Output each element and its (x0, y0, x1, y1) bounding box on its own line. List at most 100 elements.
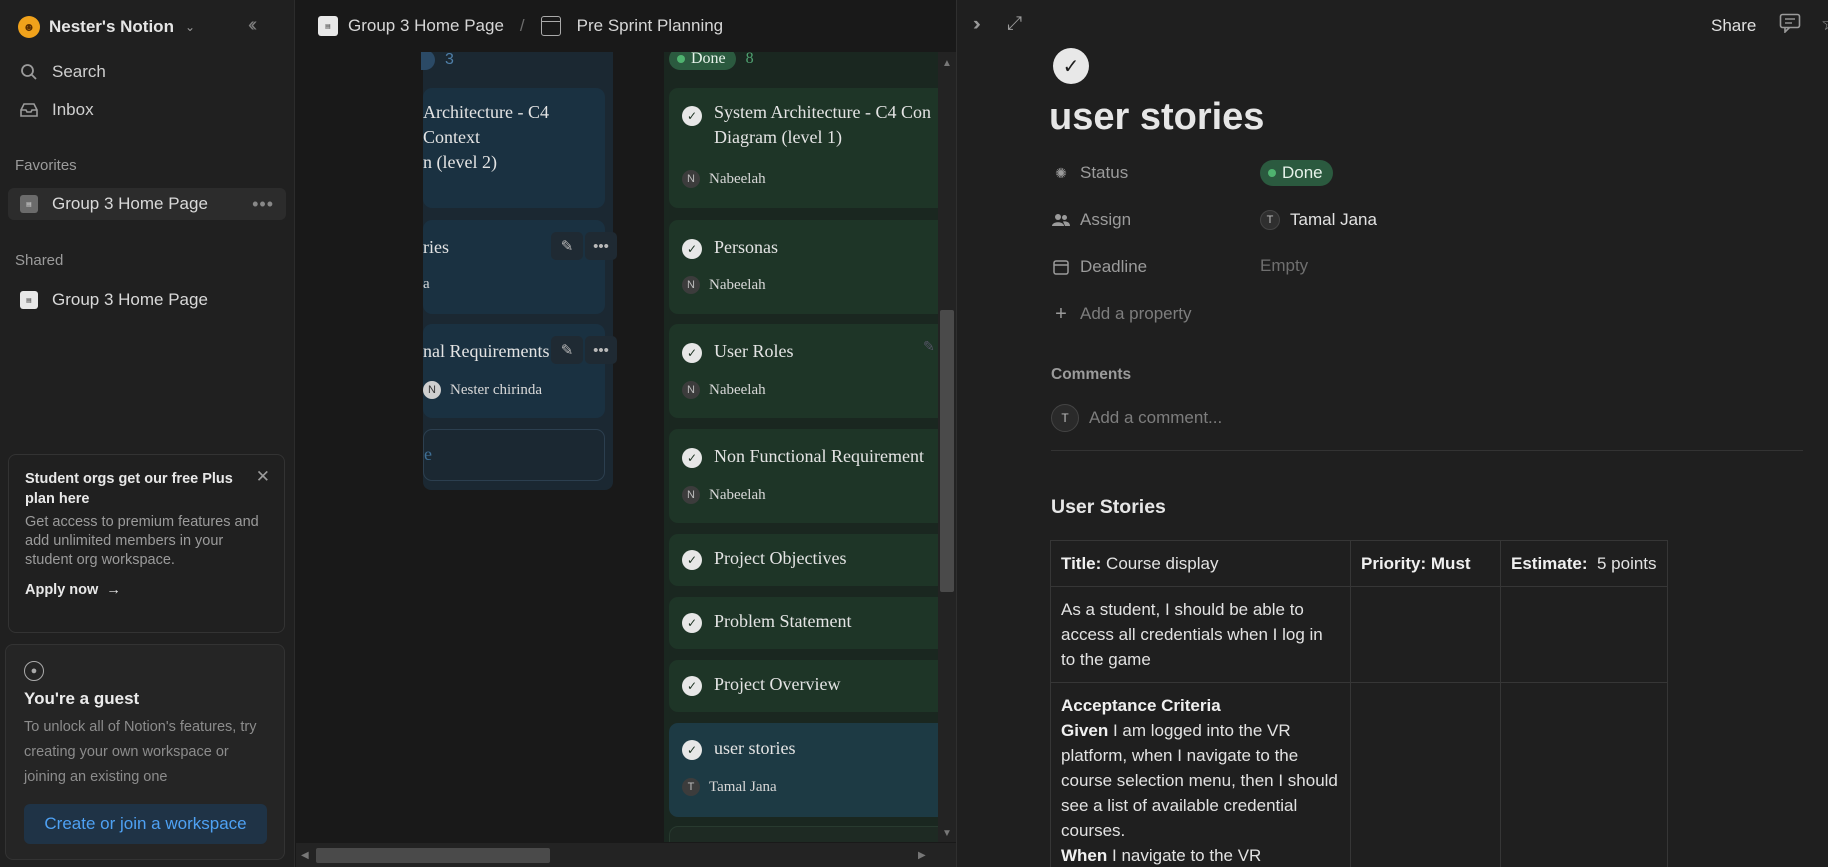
chevron-down-icon: ⌄ (184, 20, 196, 34)
table-cell[interactable] (1350, 682, 1501, 867)
edit-icon[interactable]: ✎ (923, 338, 935, 355)
apply-now-link[interactable]: Apply now → (25, 582, 268, 598)
plus-plan-promo: ✕ Student orgs get our free Plus plan he… (8, 454, 285, 633)
assign-value[interactable]: T Tamal Jana (1260, 207, 1377, 233)
close-peek-icon[interactable]: ›› (973, 14, 980, 36)
board-card[interactable]: ries ✎ ••• a (423, 220, 617, 314)
shared-label: Shared (15, 252, 64, 269)
table-cell[interactable]: Acceptance Criteria Given I am logged in… (1050, 682, 1351, 867)
add-property-button[interactable]: + Add a property (1051, 301, 1191, 327)
share-button[interactable]: Share (1711, 16, 1756, 36)
card-assignee: N Nabeelah (682, 381, 766, 399)
done-check-icon: ✓ (682, 239, 702, 259)
star-icon[interactable]: ☆ (1821, 13, 1828, 36)
sidebar-item-favorite-home[interactable]: ▤ Group 3 Home Page ••• (8, 188, 286, 220)
avatar: T (1260, 210, 1280, 230)
page-peek-panel: ›› ⤢ Share ☆ ✓ user stories ✺ Status Don… (956, 0, 1828, 867)
table-cell[interactable]: As a student, I should be able to access… (1050, 586, 1351, 683)
board-card[interactable]: ✓ Problem Statement (669, 597, 956, 649)
card-tools: ✎ ••• (551, 336, 617, 364)
card-title: Project Objectives (714, 548, 847, 568)
sidebar-inbox-label: Inbox (52, 100, 94, 119)
table-row: Acceptance Criteria Given I am logged in… (1050, 682, 1668, 867)
card-assignee: N Nabeelah (682, 170, 766, 188)
vertical-scrollbar-thumb[interactable] (940, 310, 954, 592)
card-assignee: T Tamal Jana (682, 778, 777, 796)
plus-icon: + (1055, 302, 1067, 325)
status-dot (1268, 169, 1276, 177)
board-card[interactable] (669, 826, 956, 842)
card-title: nal Requirements (423, 341, 550, 361)
create-workspace-button[interactable]: Create or join a workspace (24, 804, 267, 844)
status-value[interactable]: Done (1260, 160, 1333, 186)
done-check-icon: ✓ (682, 106, 702, 126)
scroll-right-icon[interactable]: ▶ (918, 850, 926, 861)
breadcrumb-current[interactable]: Pre Sprint Planning (577, 16, 723, 36)
board-card-selected[interactable]: ✓ user stories T Tamal Jana (669, 723, 956, 817)
sidebar-item-shared-home[interactable]: ▤ Group 3 Home Page (8, 284, 286, 316)
table-cell[interactable]: Title: Course display (1050, 540, 1351, 587)
card-assignee: a (423, 276, 430, 292)
more-options-icon[interactable]: ••• (252, 194, 274, 215)
card-assignee: N Nester chirinda (423, 381, 542, 399)
status-dot (677, 55, 685, 63)
edit-icon[interactable]: ✎ (551, 232, 583, 260)
sidebar-search[interactable]: Search (18, 59, 106, 85)
board-card[interactable]: ✓ User Roles ✎ N Nabeelah (669, 324, 956, 418)
board-card[interactable]: ✓ System Architecture - C4 Con Diagram (… (669, 88, 956, 208)
status-badge: Done (1260, 160, 1333, 186)
sidebar-inbox[interactable]: Inbox (18, 97, 94, 123)
promo-title: Student orgs get our free Plus plan here (25, 471, 233, 507)
search-icon (18, 61, 40, 83)
table-cell[interactable] (1500, 586, 1668, 683)
workspace-switcher[interactable]: ☻ Nester's Notion ⌄ (18, 14, 195, 40)
apply-now-label: Apply now (25, 582, 99, 598)
page-checkmark-icon[interactable]: ✓ (1053, 48, 1089, 84)
close-icon[interactable]: ✕ (256, 467, 270, 487)
comment-icon[interactable] (1779, 13, 1801, 39)
card-title: System Architecture - C4 Con Diagram (le… (714, 102, 931, 147)
comment-input[interactable]: T Add a comment... (1051, 404, 1222, 432)
done-check-icon: ✓ (682, 343, 702, 363)
table-cell[interactable] (1350, 586, 1501, 683)
table-cell[interactable]: Estimate: 5 points (1500, 540, 1668, 587)
collapse-sidebar-icon[interactable]: ‹‹ (248, 14, 258, 37)
more-options-icon[interactable]: ••• (585, 336, 617, 364)
arrow-right-icon: → (106, 582, 121, 598)
board-card[interactable]: ✓ Personas N Nabeelah (669, 220, 956, 314)
board-card[interactable]: ✓ Project Overview (669, 660, 956, 712)
expand-icon[interactable]: ⤢ (1007, 13, 1022, 35)
scroll-left-icon[interactable]: ◀ (301, 850, 309, 861)
table-cell[interactable] (1500, 682, 1668, 867)
workspace-name: Nester's Notion (49, 17, 174, 36)
status-badge: Done (669, 52, 736, 70)
kanban-board: 3 Architecture - C4 Context n (level 2) … (296, 52, 956, 842)
board-card[interactable]: nal Requirements ✎ ••• N Nester chirinda (423, 324, 617, 418)
board-card[interactable]: ✓ Non Functional Requirement N Nabeelah (669, 429, 956, 523)
sidebar: ☻ Nester's Notion ⌄ ‹‹ Search Inbox Favo… (0, 0, 295, 867)
sidebar-item-label: Group 3 Home Page (52, 194, 208, 213)
done-check-icon: ✓ (682, 448, 702, 468)
done-check-icon: ✓ (682, 740, 702, 760)
board-card[interactable]: Architecture - C4 Context n (level 2) (423, 88, 605, 208)
board-card[interactable]: ✓ Project Objectives (669, 534, 956, 586)
table-cell[interactable]: Priority: Must (1350, 540, 1501, 587)
scroll-down-icon[interactable]: ▼ (942, 828, 952, 839)
more-options-icon[interactable]: ••• (585, 232, 617, 260)
scroll-up-icon[interactable]: ▲ (942, 58, 952, 69)
card-title: ries (423, 237, 449, 257)
column-header: 3 (421, 52, 454, 70)
table-row: As a student, I should be able to access… (1050, 586, 1668, 683)
sidebar-item-label: Group 3 Home Page (52, 290, 208, 309)
workspace-emoji-icon: ☻ (18, 16, 40, 38)
page-title[interactable]: user stories (1049, 96, 1264, 139)
done-check-icon: ✓ (682, 676, 702, 696)
table-row: Title: Course display Priority: Must Est… (1050, 540, 1668, 587)
people-icon (1051, 210, 1071, 230)
deadline-value[interactable]: Empty (1260, 253, 1308, 279)
card-title: Architecture - C4 Context n (level 2) (423, 102, 549, 172)
breadcrumb-home[interactable]: Group 3 Home Page (348, 16, 504, 36)
horizontal-scrollbar-thumb[interactable] (316, 848, 550, 863)
new-card-button[interactable]: e (423, 429, 605, 481)
edit-icon[interactable]: ✎ (551, 336, 583, 364)
